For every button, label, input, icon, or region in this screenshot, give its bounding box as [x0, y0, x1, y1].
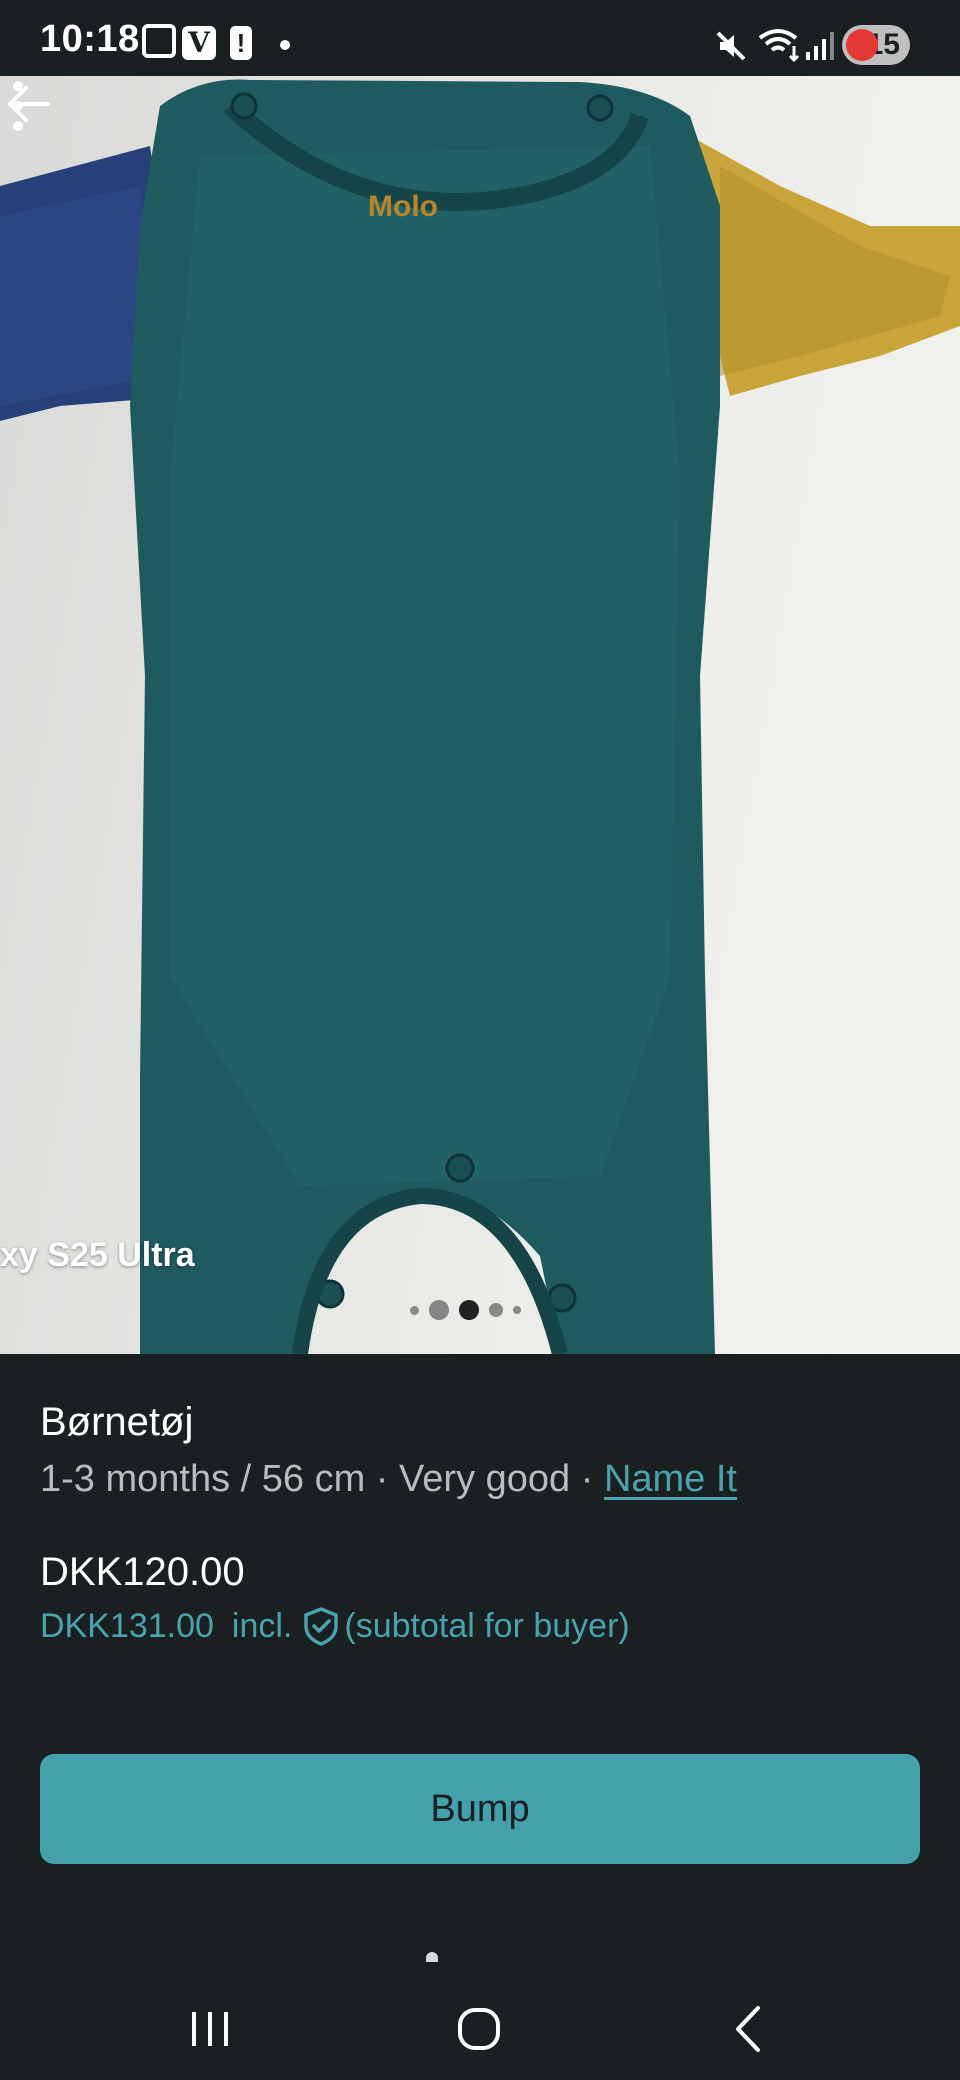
product-image-carousel[interactable]: Molo xy S25 Ultra [0, 76, 960, 1354]
signal-icon [806, 32, 834, 60]
carousel-dot[interactable] [513, 1306, 521, 1314]
dot-icon [280, 40, 290, 50]
condition-label: Very good [399, 1458, 571, 1500]
screenshot-icon [142, 24, 176, 58]
more-vertical-icon[interactable] [0, 76, 36, 136]
system-navigation-bar [0, 1982, 960, 2080]
bump-button[interactable]: Bump [40, 1754, 920, 1864]
separator: · [570, 1458, 604, 1500]
scroll-handle[interactable] [426, 1952, 438, 1962]
buyer-price-row[interactable]: DKK131.00 incl. (subtotal for buyer) [40, 1606, 630, 1646]
carousel-dot[interactable] [429, 1300, 449, 1320]
photo-watermark: xy S25 Ultra [0, 1236, 195, 1274]
battery-icon: 15 [842, 25, 910, 65]
status-time: 10:18 [40, 18, 140, 60]
separator: · [365, 1458, 400, 1500]
wifi-icon [758, 29, 800, 62]
size-label: 1-3 months / 56 cm [40, 1458, 366, 1500]
carousel-indicator [410, 1298, 521, 1322]
carousel-dot[interactable] [489, 1303, 503, 1317]
svg-text:Molo: Molo [368, 190, 438, 223]
battery-low-indicator [846, 29, 878, 61]
listing-title: Børnetøj [40, 1400, 194, 1444]
recent-apps-icon[interactable] [170, 1994, 250, 2064]
carousel-dot-active[interactable] [459, 1300, 479, 1320]
shield-check-icon [304, 1607, 339, 1646]
brand-link[interactable]: Name It [604, 1458, 737, 1500]
v-app-icon: V [182, 26, 216, 60]
product-photo: Molo [0, 79, 960, 1354]
buyer-price: DKK131.00 [40, 1606, 214, 1645]
mute-icon [716, 31, 746, 61]
status-bar: 10:18 V ! 15 [0, 0, 960, 76]
carousel-dot[interactable] [410, 1305, 419, 1315]
listing-attributes: 1-3 months / 56 cm · Very good · Name It [40, 1458, 737, 1501]
alert-icon: ! [230, 26, 252, 60]
buyer-price-note: (subtotal for buyer) [344, 1606, 630, 1645]
listing-details: Børnetøj 1-3 months / 56 cm · Very good … [0, 1354, 960, 1982]
home-icon[interactable] [440, 1994, 520, 2064]
back-icon[interactable] [710, 1994, 790, 2064]
incl-label: incl. [231, 1606, 293, 1645]
item-price: DKK120.00 [40, 1550, 245, 1594]
